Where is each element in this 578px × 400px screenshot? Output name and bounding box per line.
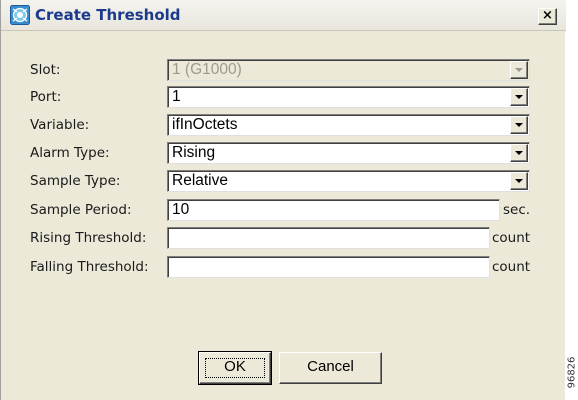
rising-threshold-input[interactable]	[167, 227, 490, 249]
sample-period-label: Sample Period:	[30, 202, 132, 218]
alarm-type-label: Alarm Type:	[30, 145, 110, 161]
port-label: Port:	[30, 89, 62, 105]
alarm-type-value: Rising	[172, 144, 216, 161]
falling-threshold-unit: count	[492, 259, 531, 275]
variable-dropdown-icon[interactable]	[510, 116, 528, 134]
create-threshold-dialog: Create Threshold × Slot: 1 (G1000) Port:…	[0, 0, 566, 400]
slot-value: 1 (G1000)	[172, 61, 242, 78]
figure-number-watermark: 96826	[565, 345, 578, 400]
rising-threshold-label: Rising Threshold:	[30, 230, 147, 246]
variable-select[interactable]: ifInOctets	[167, 114, 530, 136]
variable-label: Variable:	[30, 117, 90, 133]
close-button[interactable]: ×	[538, 8, 557, 25]
slot-dropdown-icon[interactable]	[510, 61, 528, 79]
title-bar[interactable]: Create Threshold ×	[1, 0, 566, 31]
sample-type-select[interactable]: Relative	[167, 170, 530, 192]
threshold-app-icon	[10, 5, 30, 25]
cancel-button-label: Cancel	[307, 358, 354, 375]
alarm-type-select[interactable]: Rising	[167, 142, 530, 164]
figure-number: 96826	[566, 356, 578, 389]
port-value: 1	[172, 88, 181, 105]
falling-threshold-label: Falling Threshold:	[30, 259, 149, 275]
ok-button[interactable]: OK	[198, 351, 272, 385]
slot-label: Slot:	[30, 62, 61, 78]
sample-type-dropdown-icon[interactable]	[510, 172, 528, 190]
sample-type-label: Sample Type:	[30, 173, 121, 189]
alarm-type-dropdown-icon[interactable]	[510, 144, 528, 162]
sample-period-value: 10	[172, 201, 190, 218]
ok-button-label: OK	[224, 358, 246, 375]
sample-type-value: Relative	[172, 172, 228, 189]
port-dropdown-icon[interactable]	[510, 88, 528, 106]
slot-select[interactable]: 1 (G1000)	[167, 59, 530, 81]
variable-value: ifInOctets	[172, 116, 238, 133]
rising-threshold-unit: count	[492, 230, 531, 246]
falling-threshold-input[interactable]	[167, 256, 490, 278]
dialog-title: Create Threshold	[35, 6, 181, 24]
sample-period-input[interactable]: 10	[167, 199, 500, 221]
cancel-button[interactable]: Cancel	[279, 352, 382, 384]
sample-period-unit: sec.	[503, 202, 531, 218]
port-select[interactable]: 1	[167, 86, 530, 108]
